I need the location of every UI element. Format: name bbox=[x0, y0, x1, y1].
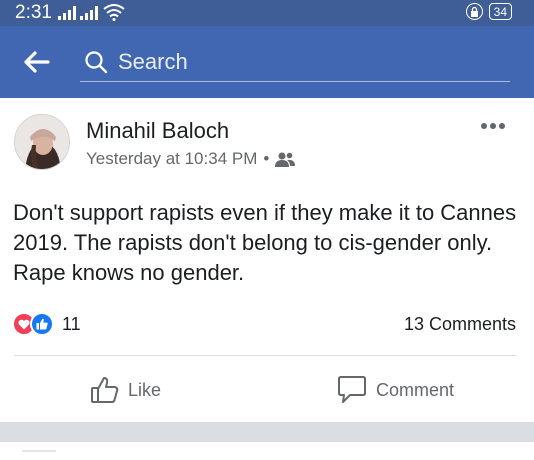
like-button[interactable]: Like bbox=[90, 372, 161, 408]
comments-count[interactable]: 13 Comments bbox=[404, 314, 516, 335]
meta-separator: • bbox=[263, 149, 270, 168]
reaction-count: 11 bbox=[62, 313, 81, 334]
like-label: Like bbox=[128, 379, 162, 400]
search-bar[interactable] bbox=[80, 44, 510, 82]
search-input[interactable] bbox=[118, 47, 498, 77]
comment-label: Comment bbox=[376, 379, 455, 400]
friends-icon bbox=[275, 152, 296, 167]
signal-icon bbox=[58, 6, 76, 20]
comment-button[interactable]: Comment bbox=[336, 372, 454, 408]
like-reaction-icon bbox=[30, 312, 54, 336]
more-options-icon[interactable] bbox=[480, 122, 506, 130]
post-timestamp[interactable]: Yesterday at 10:34 PM bbox=[86, 149, 257, 169]
comment-bubble-icon bbox=[338, 376, 366, 403]
status-time: 2:31 bbox=[15, 2, 52, 23]
next-post-card bbox=[0, 442, 534, 460]
divider bbox=[14, 355, 517, 356]
author-name[interactable]: Minahil Baloch bbox=[86, 118, 229, 144]
avatar[interactable] bbox=[14, 114, 70, 170]
status-right: 34 bbox=[465, 3, 512, 20]
post-text: Don't support rapists even if they make … bbox=[13, 200, 517, 285]
status-bar: 2:31 34 bbox=[0, 0, 534, 26]
back-arrow-icon[interactable] bbox=[22, 50, 50, 74]
lock-icon bbox=[465, 3, 483, 20]
wifi-icon bbox=[103, 4, 125, 21]
post-card: Minahil Baloch Yesterday at 10:34 PM • D… bbox=[0, 98, 534, 422]
signal-icon bbox=[80, 6, 98, 20]
reactions-summary[interactable]: 11 bbox=[12, 312, 81, 336]
thumbs-up-icon bbox=[91, 377, 119, 403]
feed-separator bbox=[0, 422, 534, 442]
next-post-avatar bbox=[22, 450, 56, 452]
battery-indicator: 34 bbox=[488, 3, 512, 20]
search-icon bbox=[85, 51, 108, 74]
search-header bbox=[0, 26, 534, 98]
post-meta: Yesterday at 10:34 PM • bbox=[86, 149, 296, 169]
